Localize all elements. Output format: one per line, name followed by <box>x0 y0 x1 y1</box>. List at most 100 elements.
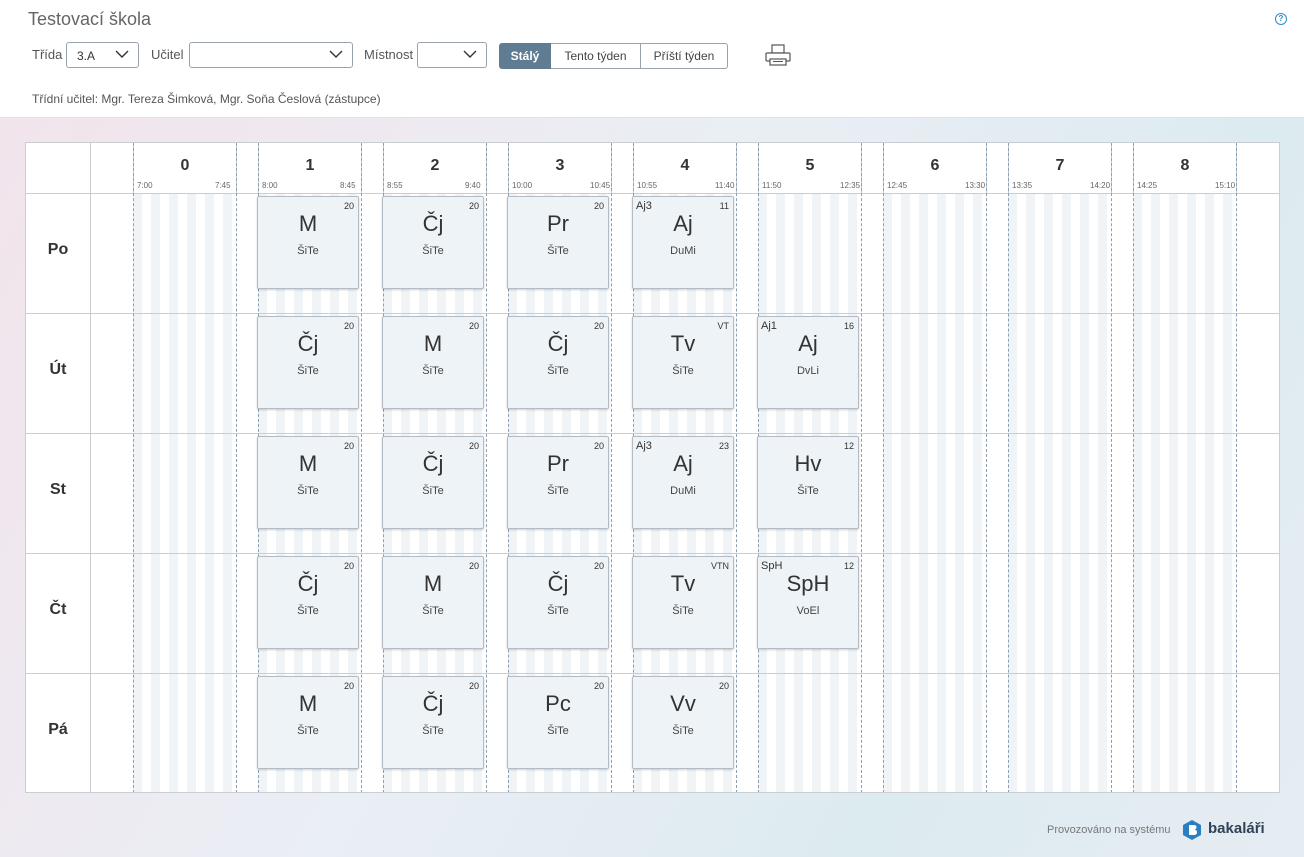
hour-number: 0 <box>180 157 190 174</box>
lesson-card[interactable]: M ŠiTe 20 <box>382 556 484 649</box>
lesson-subject: M <box>298 451 318 476</box>
day-label: Pá <box>48 721 68 738</box>
room-select[interactable] <box>417 42 487 68</box>
hour-start-time: 7:00 <box>137 181 153 190</box>
lesson-card[interactable]: Čj ŠiTe 20 <box>507 316 609 409</box>
lesson-card[interactable]: Hv ŠiTe 12 <box>757 436 859 529</box>
lesson-card[interactable]: Aj DuMi 11 Aj3 <box>632 196 734 289</box>
day-label: St <box>50 481 66 498</box>
lesson-subject: Aj <box>673 451 693 476</box>
class-label: Třída <box>32 47 63 62</box>
lesson-room: 20 <box>593 681 604 691</box>
grid-divider <box>361 143 362 792</box>
grid-divider <box>1236 143 1237 792</box>
lesson-group: SpH <box>761 560 783 572</box>
lesson-room: 20 <box>593 201 604 211</box>
lesson-subject: Pc <box>545 691 571 716</box>
hour-start-time: 14:25 <box>1137 181 1158 190</box>
lesson-card[interactable]: Čj ŠiTe 20 <box>257 556 359 649</box>
lesson-subject: Tv <box>670 571 696 596</box>
hour-start-time: 13:35 <box>1012 181 1033 190</box>
grid-divider <box>26 313 1279 314</box>
powered-by-text: Provozováno na systému <box>1047 824 1171 836</box>
grid-divider <box>26 673 1279 674</box>
lesson-card[interactable]: M ŠiTe 20 <box>257 196 359 289</box>
column-background <box>1133 193 1236 792</box>
hour-number: 2 <box>430 157 440 174</box>
bakalari-brand[interactable]: bakaláři <box>1208 820 1265 837</box>
grid-divider <box>1133 143 1134 792</box>
column-background <box>1008 193 1111 792</box>
lesson-teacher: ŠiTe <box>547 725 569 737</box>
lesson-room: 23 <box>718 441 729 451</box>
lesson-group: Aj1 <box>761 320 777 332</box>
teacher-select[interactable] <box>189 42 353 68</box>
lesson-teacher: ŠiTe <box>297 485 319 497</box>
lesson-subject: Pr <box>547 451 569 476</box>
lesson-card[interactable]: Čj ŠiTe 20 <box>507 556 609 649</box>
lesson-card[interactable]: Aj DvLi 16 Aj1 <box>757 316 859 409</box>
grid-divider <box>26 193 1279 194</box>
lesson-teacher: ŠiTe <box>672 365 694 377</box>
hour-start-time: 10:55 <box>637 181 658 190</box>
lesson-teacher: ŠiTe <box>297 245 319 257</box>
lesson-subject: Čj <box>547 331 569 356</box>
lesson-card[interactable]: M ŠiTe 20 <box>257 676 359 769</box>
lesson-card[interactable]: SpH VoEl 12 SpH <box>757 556 859 649</box>
lesson-room: 20 <box>593 441 604 451</box>
grid-divider <box>1111 143 1112 792</box>
lesson-card[interactable]: Pr ŠiTe 20 <box>507 196 609 289</box>
lesson-group: Aj3 <box>636 200 652 212</box>
chevron-down-icon <box>463 50 477 58</box>
grid-divider <box>133 143 134 792</box>
lesson-room: 12 <box>843 561 854 571</box>
view-toggle: Stálý Tento týden Příští týden <box>499 43 728 69</box>
lesson-card[interactable]: M ŠiTe 20 <box>382 316 484 409</box>
view-this-week-button[interactable]: Tento týden <box>551 43 641 69</box>
class-select-value: 3.A <box>77 49 96 63</box>
hour-number: 8 <box>1180 157 1190 174</box>
lesson-teacher: DuMi <box>670 245 696 257</box>
lesson-card[interactable]: Aj DuMi 23 Aj3 <box>632 436 734 529</box>
lesson-teacher: ŠiTe <box>297 605 319 617</box>
lesson-card[interactable]: Pc ŠiTe 20 <box>507 676 609 769</box>
lesson-card[interactable]: Vv ŠiTe 20 <box>632 676 734 769</box>
lesson-subject: Čj <box>422 691 444 716</box>
lesson-teacher: ŠiTe <box>672 725 694 737</box>
lesson-room: 20 <box>468 561 479 571</box>
hour-start-time: 10:00 <box>512 181 533 190</box>
lesson-subject: Čj <box>297 331 319 356</box>
lesson-card[interactable]: M ŠiTe 20 <box>257 436 359 529</box>
lesson-card[interactable]: Pr ŠiTe 20 <box>507 436 609 529</box>
lesson-card[interactable]: Čj ŠiTe 20 <box>382 436 484 529</box>
grid-divider <box>861 143 862 792</box>
hour-end-time: 9:40 <box>465 181 481 190</box>
hour-end-time: 11:40 <box>715 181 735 190</box>
chevron-down-icon <box>115 50 129 58</box>
chevron-down-icon <box>329 50 343 58</box>
help-icon[interactable]: ? <box>1275 13 1287 25</box>
grid-divider <box>486 143 487 792</box>
view-next-week-button[interactable]: Příští týden <box>641 43 728 69</box>
room-label: Místnost <box>364 47 414 62</box>
lesson-teacher: ŠiTe <box>422 485 444 497</box>
view-permanent-button[interactable]: Stálý <box>499 43 551 69</box>
day-label: Po <box>47 241 69 258</box>
lesson-group: Aj3 <box>636 440 652 452</box>
lesson-room: 20 <box>468 201 479 211</box>
class-select[interactable]: 3.A <box>66 42 139 68</box>
lesson-card[interactable]: Čj ŠiTe 20 <box>382 196 484 289</box>
lesson-card[interactable]: Čj ŠiTe 20 <box>382 676 484 769</box>
grid-divider <box>1008 143 1009 792</box>
lesson-room: 20 <box>468 681 479 691</box>
printer-icon[interactable] <box>765 44 791 66</box>
lesson-teacher: ŠiTe <box>547 485 569 497</box>
grid-divider <box>236 143 237 792</box>
bakalari-logo-icon[interactable] <box>1182 819 1202 841</box>
lesson-subject: Čj <box>297 571 319 596</box>
hour-end-time: 7:45 <box>215 181 231 190</box>
lesson-card[interactable]: Tv ŠiTe VTN <box>632 556 734 649</box>
lesson-card[interactable]: Čj ŠiTe 20 <box>257 316 359 409</box>
lesson-card[interactable]: Tv ŠiTe VT <box>632 316 734 409</box>
lesson-room: VT <box>717 321 729 331</box>
